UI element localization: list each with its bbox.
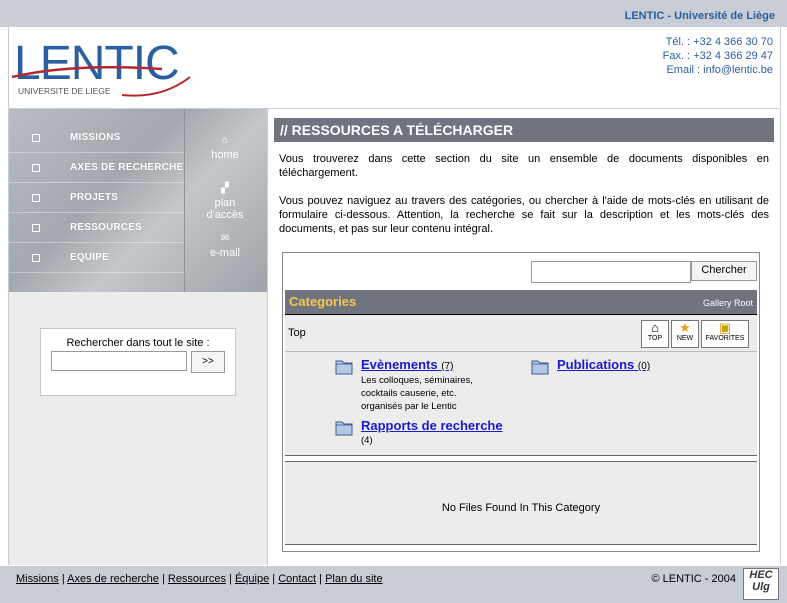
hec-logo[interactable]: HEC Ulg [743,568,779,600]
category-list: Evènements (7) Les colloques, séminaires… [285,352,757,456]
gallery-root-label[interactable]: Gallery Root [703,298,753,308]
lentic-logo[interactable]: LENTIC UNIVERSITE DE LIEGE [12,33,192,105]
categories-header: Categories Gallery Root [285,290,757,315]
favorites-button[interactable]: ▣ FAVORITES [701,320,749,348]
site-search-label: Rechercher dans tout le site : [66,337,210,349]
footer-link-missions[interactable]: Missions [16,573,59,585]
sitemap-icon: ▞ [221,183,229,194]
category-count: (4) [361,435,373,446]
house-icon: ⌂ [221,135,229,146]
gallery-panel: Chercher Categories Gallery Root Top ⌂ T… [282,252,760,552]
email-link-label: e-mail [210,247,240,259]
nav-item-label: Projets [70,192,119,203]
plan-acces-link[interactable]: ▞ plan d'accès [199,183,251,221]
footer-link-contact[interactable]: Contact [278,573,316,585]
category-link-rapports-de-recherche[interactable]: Rapports de recherche [361,418,503,433]
footer: Missions | Axes de recherche | Ressource… [0,566,787,603]
site-search-button[interactable]: >> [191,351,225,373]
nav-item-label: Ressources [70,222,143,233]
house-icon: ⌂ [651,320,659,335]
bullet-icon [32,164,40,172]
logo-subtitle: UNIVERSITE DE LIEGE [18,86,111,96]
empty-message: No Files Found In This Category [441,502,601,514]
new-button[interactable]: ★ NEW [671,320,699,348]
bullet-icon [32,224,40,232]
main-content: // RESSOURCES A TÉLÉCHARGER Vous trouver… [274,118,774,562]
footer-link-plan-du-site[interactable]: Plan du site [325,573,382,585]
favorites-icon: ▣ [718,320,732,335]
top-button[interactable]: ⌂ TOP [641,320,669,348]
fax-text: Fax. : +32 4 366 29 47 [662,50,773,62]
gallery-search-button[interactable]: Chercher [691,261,757,281]
intro-paragraph: Vous trouverez dans cette section du sit… [279,153,769,179]
folder-icon [531,360,549,375]
bullet-icon [32,194,40,202]
nav-item-label: Missions [70,132,121,143]
category-link-publications[interactable]: Publications (0) [557,357,650,372]
site-search-box: Rechercher dans tout le site : >> [40,328,236,396]
nav-item-missions[interactable]: Missions [9,123,184,153]
search-help-paragraph: Vous pouvez naviguez au travers des caté… [279,195,769,235]
star-icon: ★ [679,320,691,335]
footer-link-axes-de-recherche[interactable]: Axes de recherche [67,573,159,585]
category-link-evenements[interactable]: Evènements (7) [361,357,453,372]
nav-item-label: Equipe [70,252,109,263]
bullet-icon [32,254,40,262]
site-search-input[interactable] [51,351,187,371]
copyright: © LENTIC - 2004 [651,573,736,585]
footer-link-equipe[interactable]: Équipe [235,573,269,585]
category-description: Les colloques, séminaires, cocktails cau… [361,375,473,412]
logo-text: LENTIC [14,37,179,90]
envelope-icon: ✉ [220,233,230,244]
plan-acces-label: plan d'accès [206,197,244,221]
column-divider [267,109,268,565]
nav-item-axes-de-recherche[interactable]: Axes de recherche [9,153,184,183]
folder-icon [335,421,353,436]
bullet-icon [32,134,40,142]
phone-text: Tél. : +32 4 366 30 70 [665,36,773,48]
email-text[interactable]: Email : info@lentic.be [663,63,773,77]
nav-panel: Missions Axes de recherche Projets Resso… [9,109,267,292]
gallery-search-input[interactable] [531,261,691,283]
page-title: // RESSOURCES A TÉLÉCHARGER [274,118,774,142]
nav-item-equipe[interactable]: Equipe [9,243,184,273]
footer-links: Missions | Axes de recherche | Ressource… [16,573,383,585]
home-link[interactable]: ⌂ home [199,135,251,161]
breadcrumb: Top [288,327,306,339]
nav-item-ressources[interactable]: Ressources [9,213,184,243]
brand-title: LENTIC - Université de Liège [624,10,775,22]
folder-icon [335,360,353,375]
nav-item-label: Axes de recherche [70,162,184,173]
footer-link-ressources[interactable]: Ressources [168,573,226,585]
nav-item-projets[interactable]: Projets [9,183,184,213]
categories-title: Categories [289,294,357,309]
email-link[interactable]: ✉ e-mail [199,233,251,259]
contact-info: Tél. : +32 4 366 30 70 Fax. : +32 4 366 … [663,35,773,77]
home-label: home [211,149,239,161]
breadcrumb-row: Top ⌂ TOP ★ NEW ▣ FAVORITES [285,315,757,352]
file-list: No Files Found In This Category [285,461,757,545]
top-bar: LENTIC - Université de Liège [0,0,787,27]
